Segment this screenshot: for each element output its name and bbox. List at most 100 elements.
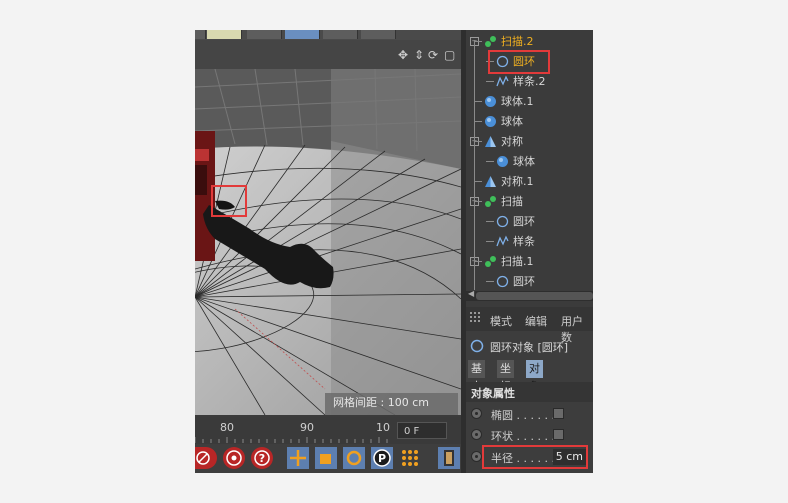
zoom-view-icon[interactable]: ⇕ <box>414 48 424 62</box>
timeline-tick-label: 80 <box>220 421 234 434</box>
render-view-icon[interactable] <box>438 447 460 469</box>
tree-line <box>474 101 482 102</box>
tree-item-label: 球体 <box>513 155 535 168</box>
rotate-view-icon[interactable]: ⟳ <box>428 48 438 62</box>
main-toolbar <box>195 30 465 40</box>
section-header: 对象属性 <box>466 382 593 402</box>
tree-line <box>474 261 482 262</box>
tree-line <box>474 181 482 182</box>
circle-spline-icon <box>470 339 484 353</box>
current-frame-field[interactable]: 0 F <box>397 422 447 439</box>
tree-item[interactable]: −对称 <box>466 132 593 152</box>
tree-item-label: 扫描.2 <box>501 35 534 48</box>
tree-item[interactable]: 圆环 <box>466 212 593 232</box>
object-manager-scrollbar[interactable]: ◀ <box>466 289 593 301</box>
cinema4d-window: ✥ ⇕ ⟳ ▢ 网格间距: 100 cm 80 90 10 0 F ? P 扫… <box>195 30 593 473</box>
symmetry-icon <box>484 135 497 148</box>
tree-line <box>474 121 482 122</box>
tree-line <box>486 81 494 82</box>
sphere-icon <box>484 95 497 108</box>
scrollbar-thumb[interactable] <box>476 292 593 300</box>
tree-item[interactable]: 球体 <box>466 112 593 132</box>
tree-line <box>486 241 494 242</box>
tree-line <box>474 41 482 42</box>
tree-item-label: 样条 <box>513 235 535 248</box>
sphere-icon <box>496 155 509 168</box>
circle-spline-icon <box>496 275 509 288</box>
sweep-icon <box>484 35 497 48</box>
tree-item[interactable]: 对称.1 <box>466 172 593 192</box>
sweep-icon <box>484 255 497 268</box>
animate-radio[interactable] <box>471 429 482 440</box>
tree-item-label: 扫描 <box>501 195 523 208</box>
move-tool-icon[interactable] <box>287 447 309 469</box>
svg-text:P: P <box>378 452 386 465</box>
tree-item-label: 对称.1 <box>501 175 534 188</box>
viewport-scene <box>195 69 461 415</box>
tree-line <box>474 141 482 142</box>
move-view-icon[interactable]: ✥ <box>398 48 408 62</box>
parameter-key-icon[interactable]: P <box>371 447 393 469</box>
timeline-tick-label: 10 <box>376 421 390 434</box>
tree-line <box>486 221 494 222</box>
tree-line <box>474 201 482 202</box>
prop-ellipse: 椭圆 . . . . . . <box>466 404 593 424</box>
sweep-icon <box>484 195 497 208</box>
tree-item[interactable]: −扫描.2 <box>466 32 593 52</box>
tree-item[interactable]: −扫描 <box>466 192 593 212</box>
tree-item[interactable]: 样条.2 <box>466 72 593 92</box>
tree-item-label: 圆环 <box>513 275 535 288</box>
tree-item-label: 圆环 <box>513 215 535 228</box>
grid-spacing-label: 网格间距 : 100 cm <box>333 396 429 409</box>
record-key-icon[interactable] <box>195 447 217 469</box>
object-title-label: 圆环对象 [圆环] <box>490 341 569 354</box>
prop-ring: 环状 . . . . . . <box>466 425 593 445</box>
prop-label: 椭圆 . . . . . . <box>491 409 555 422</box>
spline-tool-icon[interactable] <box>285 30 320 39</box>
animate-radio[interactable] <box>471 408 482 419</box>
tab-basic[interactable]: 基本 <box>468 360 485 393</box>
tree-item-label: 样条.2 <box>513 75 546 88</box>
tree-item-label: 球体.1 <box>501 95 534 108</box>
attribute-manager: 模式 编辑 用户数 圆环对象 [圆环] 基本 坐标 对象 对象属性 椭圆 . .… <box>466 307 593 473</box>
maximize-view-icon[interactable]: ▢ <box>444 48 455 62</box>
section-title: 对象属性 <box>471 387 515 400</box>
symmetry-icon <box>484 175 497 188</box>
ring-checkbox[interactable] <box>553 429 564 440</box>
object-manager: −扫描.2圆环样条.2球体.1球体−对称球体对称.1−扫描圆环样条−扫描.1圆环 <box>466 30 593 291</box>
timeline-ruler[interactable]: 80 90 10 0 F <box>195 417 465 444</box>
tree-spine <box>474 40 475 290</box>
tree-item-label: 对称 <box>501 135 523 148</box>
scroll-left-icon[interactable]: ◀ <box>468 289 474 298</box>
spline-icon <box>496 75 509 88</box>
rotate-tool-icon[interactable] <box>343 447 365 469</box>
circle-spline-icon <box>496 215 509 228</box>
drag-handle-icon[interactable] <box>470 312 484 326</box>
tree-item[interactable]: 样条 <box>466 232 593 252</box>
toolbar-button-active[interactable] <box>207 30 242 39</box>
keyframe-selection-icon[interactable]: ? <box>251 447 273 469</box>
radius-highlight-box <box>482 445 588 469</box>
tree-item[interactable]: 圆环 <box>466 272 593 291</box>
toolbar-button[interactable] <box>195 30 206 39</box>
tree-item[interactable]: −扫描.1 <box>466 252 593 272</box>
ellipse-checkbox[interactable] <box>553 408 564 419</box>
animate-radio[interactable] <box>471 451 482 462</box>
menu-edit[interactable]: 编辑 <box>525 313 547 329</box>
prop-label: 环状 . . . . . . <box>491 430 555 443</box>
tree-item[interactable]: 球体.1 <box>466 92 593 112</box>
3d-viewport[interactable]: 网格间距 : 100 cm <box>195 69 461 415</box>
viewport-header: ✥ ⇕ ⟳ ▢ <box>195 40 465 69</box>
tree-item[interactable]: 圆环 <box>466 50 593 74</box>
scale-tool-icon[interactable] <box>315 447 337 469</box>
menu-mode[interactable]: 模式 <box>490 313 512 329</box>
tab-coordinates[interactable]: 坐标 <box>497 360 514 393</box>
cube-tool-icon[interactable] <box>247 30 282 39</box>
deformer-tool-icon[interactable] <box>361 30 396 39</box>
tree-item[interactable]: 球体 <box>466 152 593 172</box>
nurbs-tool-icon[interactable] <box>323 30 358 39</box>
tab-object[interactable]: 对象 <box>526 360 543 393</box>
point-level-icon[interactable] <box>399 447 421 469</box>
autokey-icon[interactable] <box>223 447 245 469</box>
svg-text:?: ? <box>259 452 265 465</box>
